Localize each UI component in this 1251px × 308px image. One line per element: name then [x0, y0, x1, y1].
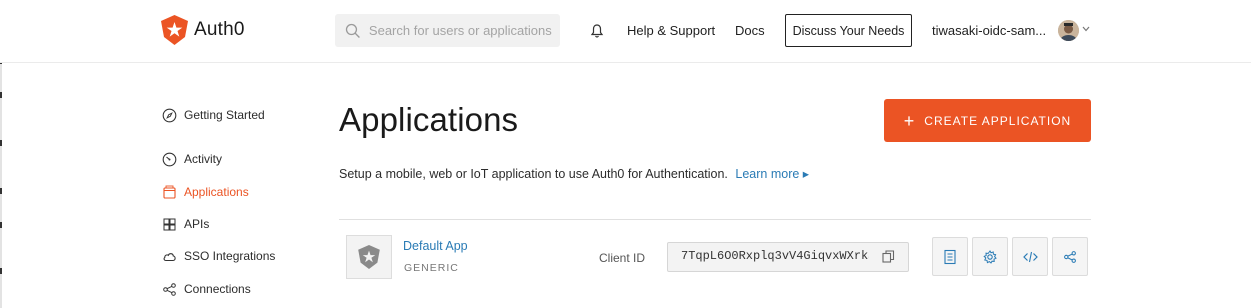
connections-icon	[161, 281, 177, 297]
user-photo-icon	[1058, 20, 1079, 41]
tenant-name[interactable]: tiwasaki-oidc-sam...	[932, 23, 1046, 38]
notification-bell-icon[interactable]	[590, 23, 604, 39]
sidebar-item-applications[interactable]: Applications	[161, 184, 249, 200]
page-title: Applications	[339, 101, 519, 138]
avatar[interactable]	[1058, 20, 1079, 41]
sidebar-item-apis[interactable]: APIs	[161, 216, 209, 232]
top-header: Auth0 Help & Support Docs Discuss Your N…	[0, 0, 1251, 63]
description-text: Setup a mobile, web or IoT application t…	[339, 167, 728, 181]
create-application-button[interactable]: + CREATE APPLICATION	[884, 99, 1091, 142]
quickstart-button[interactable]	[932, 237, 968, 276]
addons-button[interactable]	[1012, 237, 1048, 276]
search-input[interactable]	[366, 22, 560, 39]
divider	[339, 219, 1091, 220]
code-icon	[1022, 251, 1038, 262]
app-name-link[interactable]: Default App	[403, 239, 468, 253]
gear-icon	[983, 249, 997, 264]
document-icon	[944, 249, 956, 264]
sidebar-item-sso-integrations[interactable]: SSO Integrations	[161, 248, 275, 264]
auth0-shield-icon	[358, 245, 380, 269]
app-type: GENERIC	[404, 262, 459, 274]
compass-icon	[161, 107, 177, 123]
search-bar[interactable]	[335, 14, 560, 47]
docs-link[interactable]: Docs	[735, 23, 765, 38]
settings-button[interactable]	[972, 237, 1008, 276]
plus-icon: +	[903, 110, 916, 131]
client-id-label: Client ID	[599, 251, 646, 265]
auth0-shield-icon	[161, 15, 188, 45]
app-logo[interactable]	[346, 235, 392, 279]
copy-icon[interactable]	[882, 250, 895, 263]
share-icon	[1064, 250, 1076, 263]
sidebar-item-activity[interactable]: Activity	[161, 151, 222, 167]
activity-icon	[161, 151, 177, 167]
apis-icon	[161, 216, 177, 232]
help-support-link[interactable]: Help & Support	[627, 23, 715, 38]
sidebar-item-label: Connections	[184, 282, 251, 296]
sidebar-item-getting-started[interactable]: Getting Started	[161, 107, 265, 123]
client-id-field	[667, 242, 909, 272]
create-application-label: CREATE APPLICATION	[924, 113, 1072, 128]
sidebar-item-label: Applications	[184, 185, 249, 199]
sidebar-item-connections[interactable]: Connections	[161, 281, 251, 297]
sidebar-item-label: Activity	[184, 152, 223, 166]
chevron-down-icon[interactable]	[1082, 26, 1090, 32]
connections-button[interactable]	[1052, 237, 1088, 276]
auth0-logo[interactable]: Auth0	[161, 15, 245, 45]
sidebar-item-label: APIs	[184, 217, 210, 231]
search-icon	[345, 23, 360, 38]
brand-name: Auth0	[194, 19, 245, 40]
sidebar-item-label: Getting Started	[184, 108, 265, 122]
page-description: Setup a mobile, web or IoT application t…	[339, 166, 809, 181]
cloud-icon	[161, 248, 177, 264]
applications-icon	[161, 184, 177, 200]
discuss-needs-button[interactable]: Discuss Your Needs	[785, 14, 912, 47]
sidebar-item-label: SSO Integrations	[184, 249, 276, 263]
learn-more-link[interactable]: Learn more ▸	[735, 167, 809, 181]
client-id-input[interactable]	[681, 249, 869, 263]
